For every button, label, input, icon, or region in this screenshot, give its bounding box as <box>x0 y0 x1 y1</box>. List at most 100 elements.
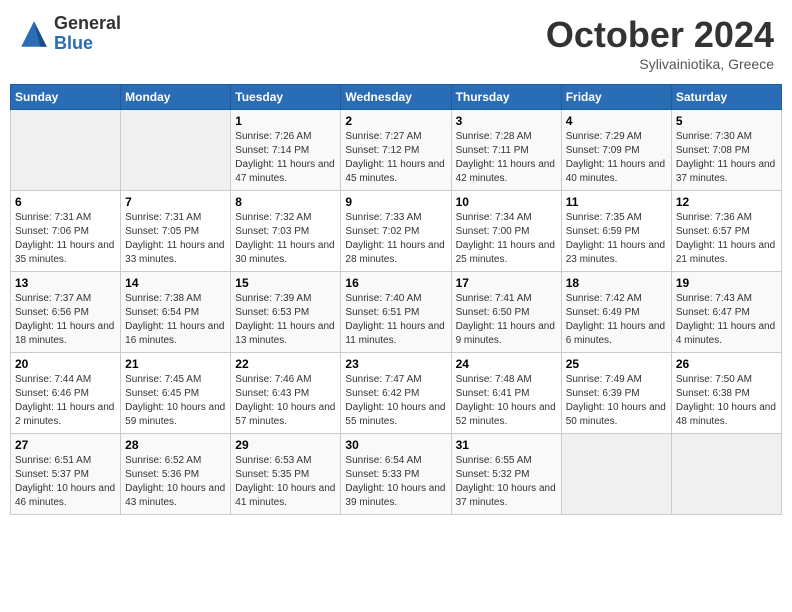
day-number: 24 <box>456 357 557 371</box>
calendar-cell: 9 Sunrise: 7:33 AMSunset: 7:02 PMDaylight… <box>341 191 451 272</box>
calendar-cell <box>121 110 231 191</box>
calendar-cell <box>671 434 781 515</box>
day-detail: Sunrise: 7:44 AMSunset: 6:46 PMDaylight:… <box>15 373 116 429</box>
day-of-week-header: Friday <box>561 85 671 110</box>
calendar-week-row: 1 Sunrise: 7:26 AMSunset: 7:14 PMDaylight… <box>11 110 782 191</box>
calendar-week-row: 6Sunrise: 7:31 AMSunset: 7:06 PMDaylight… <box>11 191 782 272</box>
calendar-cell: 30 Sunrise: 6:54 AMSunset: 5:33 PMDayligh… <box>341 434 451 515</box>
calendar-cell: 4 Sunrise: 7:29 AMSunset: 7:09 PMDaylight… <box>561 110 671 191</box>
day-detail: Sunrise: 7:26 AMSunset: 7:14 PMDaylight:… <box>235 130 336 186</box>
day-number: 3 <box>456 114 557 128</box>
calendar-cell: 13 Sunrise: 7:37 AMSunset: 6:56 PMDayligh… <box>11 272 121 353</box>
day-number: 30 <box>345 438 446 452</box>
logo-general: General <box>54 14 121 34</box>
day-detail: Sunrise: 7:46 AMSunset: 6:43 PMDaylight:… <box>235 373 336 429</box>
day-number: 7 <box>125 195 226 209</box>
day-number: 18 <box>566 276 667 290</box>
day-detail: Sunrise: 7:38 AMSunset: 6:54 PMDaylight:… <box>125 292 226 348</box>
day-number: 4 <box>566 114 667 128</box>
month-title: October 2024 <box>546 14 774 56</box>
calendar-cell: 2 Sunrise: 7:27 AMSunset: 7:12 PMDaylight… <box>341 110 451 191</box>
day-detail: Sunrise: 6:52 AMSunset: 5:36 PMDaylight:… <box>125 454 226 510</box>
logo: General Blue <box>18 14 121 54</box>
day-of-week-header: Thursday <box>451 85 561 110</box>
day-number: 2 <box>345 114 446 128</box>
title-block: October 2024 Sylivainiotika, Greece <box>546 14 774 72</box>
day-detail: Sunrise: 7:39 AMSunset: 6:53 PMDaylight:… <box>235 292 336 348</box>
calendar-cell: 7 Sunrise: 7:31 AMSunset: 7:05 PMDaylight… <box>121 191 231 272</box>
day-number: 12 <box>676 195 777 209</box>
page-header: General Blue October 2024 Sylivainiotika… <box>10 10 782 76</box>
day-detail: Sunrise: 7:40 AMSunset: 6:51 PMDaylight:… <box>345 292 446 348</box>
calendar-header-row: SundayMondayTuesdayWednesdayThursdayFrid… <box>11 85 782 110</box>
day-of-week-header: Tuesday <box>231 85 341 110</box>
day-detail: Sunrise: 6:54 AMSunset: 5:33 PMDaylight:… <box>345 454 446 510</box>
day-number: 23 <box>345 357 446 371</box>
calendar-cell <box>561 434 671 515</box>
day-detail: Sunrise: 7:49 AMSunset: 6:39 PMDaylight:… <box>566 373 667 429</box>
day-number: 29 <box>235 438 336 452</box>
day-number: 16 <box>345 276 446 290</box>
day-number: 26 <box>676 357 777 371</box>
day-number: 28 <box>125 438 226 452</box>
day-detail: Sunrise: 7:29 AMSunset: 7:09 PMDaylight:… <box>566 130 667 186</box>
day-detail: Sunrise: 7:48 AMSunset: 6:41 PMDaylight:… <box>456 373 557 429</box>
calendar-cell: 23 Sunrise: 7:47 AMSunset: 6:42 PMDayligh… <box>341 353 451 434</box>
day-number: 13 <box>15 276 116 290</box>
day-detail: Sunrise: 7:36 AMSunset: 6:57 PMDaylight:… <box>676 211 777 267</box>
day-number: 15 <box>235 276 336 290</box>
calendar-table: SundayMondayTuesdayWednesdayThursdayFrid… <box>10 84 782 515</box>
calendar-cell: 5Sunrise: 7:30 AMSunset: 7:08 PMDaylight… <box>671 110 781 191</box>
calendar-cell: 3 Sunrise: 7:28 AMSunset: 7:11 PMDaylight… <box>451 110 561 191</box>
day-detail: Sunrise: 7:43 AMSunset: 6:47 PMDaylight:… <box>676 292 777 348</box>
calendar-cell <box>11 110 121 191</box>
calendar-cell: 25Sunrise: 7:49 AMSunset: 6:39 PMDayligh… <box>561 353 671 434</box>
calendar-cell: 15 Sunrise: 7:39 AMSunset: 6:53 PMDayligh… <box>231 272 341 353</box>
calendar-week-row: 13 Sunrise: 7:37 AMSunset: 6:56 PMDayligh… <box>11 272 782 353</box>
calendar-cell: 29 Sunrise: 6:53 AMSunset: 5:35 PMDayligh… <box>231 434 341 515</box>
day-detail: Sunrise: 7:33 AMSunset: 7:02 PMDaylight:… <box>345 211 446 267</box>
calendar-cell: 26Sunrise: 7:50 AMSunset: 6:38 PMDayligh… <box>671 353 781 434</box>
calendar-cell: 12 Sunrise: 7:36 AMSunset: 6:57 PMDayligh… <box>671 191 781 272</box>
calendar-cell: 21 Sunrise: 7:45 AMSunset: 6:45 PMDayligh… <box>121 353 231 434</box>
day-number: 19 <box>676 276 777 290</box>
calendar-cell: 17Sunrise: 7:41 AMSunset: 6:50 PMDayligh… <box>451 272 561 353</box>
calendar-cell: 27Sunrise: 6:51 AMSunset: 5:37 PMDayligh… <box>11 434 121 515</box>
day-detail: Sunrise: 7:28 AMSunset: 7:11 PMDaylight:… <box>456 130 557 186</box>
day-detail: Sunrise: 7:27 AMSunset: 7:12 PMDaylight:… <box>345 130 446 186</box>
day-detail: Sunrise: 7:41 AMSunset: 6:50 PMDaylight:… <box>456 292 557 348</box>
calendar-cell: 20Sunrise: 7:44 AMSunset: 6:46 PMDayligh… <box>11 353 121 434</box>
day-number: 11 <box>566 195 667 209</box>
day-detail: Sunrise: 7:45 AMSunset: 6:45 PMDaylight:… <box>125 373 226 429</box>
day-number: 1 <box>235 114 336 128</box>
day-number: 10 <box>456 195 557 209</box>
day-number: 9 <box>345 195 446 209</box>
day-number: 27 <box>15 438 116 452</box>
calendar-cell: 1 Sunrise: 7:26 AMSunset: 7:14 PMDaylight… <box>231 110 341 191</box>
day-number: 21 <box>125 357 226 371</box>
logo-text: General Blue <box>54 14 121 54</box>
calendar-cell: 6Sunrise: 7:31 AMSunset: 7:06 PMDaylight… <box>11 191 121 272</box>
calendar-week-row: 27Sunrise: 6:51 AMSunset: 5:37 PMDayligh… <box>11 434 782 515</box>
calendar-cell: 8Sunrise: 7:32 AMSunset: 7:03 PMDaylight… <box>231 191 341 272</box>
day-detail: Sunrise: 7:37 AMSunset: 6:56 PMDaylight:… <box>15 292 116 348</box>
day-detail: Sunrise: 6:53 AMSunset: 5:35 PMDaylight:… <box>235 454 336 510</box>
day-detail: Sunrise: 7:35 AMSunset: 6:59 PMDaylight:… <box>566 211 667 267</box>
logo-blue: Blue <box>54 34 121 54</box>
day-detail: Sunrise: 7:31 AMSunset: 7:05 PMDaylight:… <box>125 211 226 267</box>
day-detail: Sunrise: 7:47 AMSunset: 6:42 PMDaylight:… <box>345 373 446 429</box>
day-number: 8 <box>235 195 336 209</box>
day-of-week-header: Saturday <box>671 85 781 110</box>
day-detail: Sunrise: 7:42 AMSunset: 6:49 PMDaylight:… <box>566 292 667 348</box>
calendar-cell: 14 Sunrise: 7:38 AMSunset: 6:54 PMDayligh… <box>121 272 231 353</box>
day-of-week-header: Monday <box>121 85 231 110</box>
day-detail: Sunrise: 6:55 AMSunset: 5:32 PMDaylight:… <box>456 454 557 510</box>
calendar-cell: 10Sunrise: 7:34 AMSunset: 7:00 PMDayligh… <box>451 191 561 272</box>
day-number: 14 <box>125 276 226 290</box>
calendar-week-row: 20Sunrise: 7:44 AMSunset: 6:46 PMDayligh… <box>11 353 782 434</box>
calendar-cell: 22Sunrise: 7:46 AMSunset: 6:43 PMDayligh… <box>231 353 341 434</box>
day-number: 6 <box>15 195 116 209</box>
day-of-week-header: Sunday <box>11 85 121 110</box>
calendar-cell: 18 Sunrise: 7:42 AMSunset: 6:49 PMDayligh… <box>561 272 671 353</box>
day-number: 31 <box>456 438 557 452</box>
